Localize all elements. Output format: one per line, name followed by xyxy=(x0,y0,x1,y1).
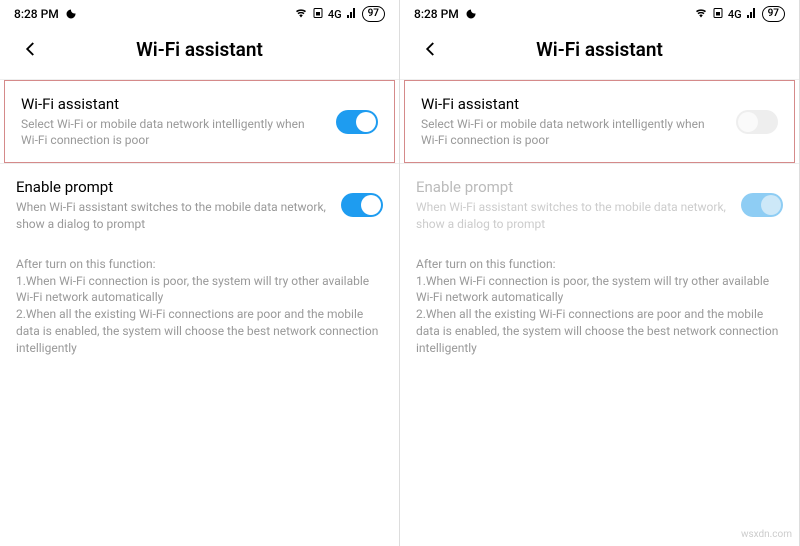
battery-indicator: 97 xyxy=(362,6,385,22)
watermark: wsxdn.com xyxy=(741,529,792,540)
enable-prompt-row: Enable prompt When Wi-Fi assistant switc… xyxy=(400,164,799,245)
header: Wi-Fi assistant xyxy=(400,26,799,79)
sim-card-icon xyxy=(312,7,324,22)
wifi-assistant-toggle[interactable] xyxy=(336,110,378,134)
sim-card-icon xyxy=(712,7,724,22)
wifi-assistant-desc: Select Wi-Fi or mobile data network inte… xyxy=(421,116,724,148)
signal-icon xyxy=(346,7,358,22)
network-label: 4G xyxy=(328,8,342,21)
status-time: 8:28 PM xyxy=(414,7,459,21)
enable-prompt-desc: When Wi-Fi assistant switches to the mob… xyxy=(16,199,329,231)
battery-indicator: 97 xyxy=(762,6,785,22)
enable-prompt-toggle xyxy=(741,193,783,217)
wifi-icon xyxy=(294,7,308,22)
page-title: Wi-Fi assistant xyxy=(414,38,785,61)
enable-prompt-title: Enable prompt xyxy=(416,178,729,196)
header: Wi-Fi assistant xyxy=(0,26,399,79)
back-button[interactable] xyxy=(422,38,440,62)
enable-prompt-row[interactable]: Enable prompt When Wi-Fi assistant switc… xyxy=(0,164,399,245)
status-bar: 8:28 PM 4G 97 xyxy=(400,0,799,26)
enable-prompt-title: Enable prompt xyxy=(16,178,329,196)
info-text: After turn on this function: 1.When Wi-F… xyxy=(0,246,399,367)
wifi-assistant-row[interactable]: Wi-Fi assistant Select Wi-Fi or mobile d… xyxy=(404,80,795,163)
status-time: 8:28 PM xyxy=(14,7,59,21)
phone-screen-left: 8:28 PM 4G 97 Wi-Fi assistant W xyxy=(0,0,400,546)
signal-icon xyxy=(746,7,758,22)
wifi-assistant-desc: Select Wi-Fi or mobile data network inte… xyxy=(21,116,324,148)
wifi-icon xyxy=(694,7,708,22)
dnd-moon-icon xyxy=(465,8,477,20)
wifi-assistant-row[interactable]: Wi-Fi assistant Select Wi-Fi or mobile d… xyxy=(4,80,395,163)
back-button[interactable] xyxy=(22,38,40,62)
enable-prompt-desc: When Wi-Fi assistant switches to the mob… xyxy=(416,199,729,231)
wifi-assistant-title: Wi-Fi assistant xyxy=(21,95,324,113)
status-bar: 8:28 PM 4G 97 xyxy=(0,0,399,26)
wifi-assistant-title: Wi-Fi assistant xyxy=(421,95,724,113)
page-title: Wi-Fi assistant xyxy=(14,38,385,61)
network-label: 4G xyxy=(728,8,742,21)
wifi-assistant-toggle[interactable] xyxy=(736,110,778,134)
info-text: After turn on this function: 1.When Wi-F… xyxy=(400,246,799,367)
dnd-moon-icon xyxy=(65,8,77,20)
enable-prompt-toggle[interactable] xyxy=(341,193,383,217)
phone-screen-right: 8:28 PM 4G 97 Wi-Fi assistant W xyxy=(400,0,800,546)
